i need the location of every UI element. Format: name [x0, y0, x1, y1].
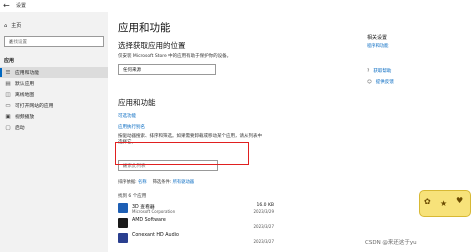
search-description-line1: 按驱动器搜索、排序和筛选。如果需要卸载或移动某个应用，请从列表中: [118, 134, 262, 139]
search-icon: ⌕: [9, 38, 13, 45]
sidebar-item-startup[interactable]: ▢ 启动: [0, 122, 108, 133]
help-icon: ?: [367, 68, 370, 74]
sidebar-item-web-apps[interactable]: ▭ 可打开网站的应用: [0, 100, 108, 111]
app-name: Conexant HD Audio: [132, 233, 179, 238]
app-alias-link[interactable]: 应用执行别名: [118, 124, 145, 130]
audio-icon: [118, 233, 128, 243]
watermark: CSDN @来还这于yu: [365, 240, 417, 246]
sticker-heart-icon: ♥: [456, 196, 464, 205]
map-icon: ◫: [5, 91, 11, 98]
app-date: 2023/3/27: [253, 239, 274, 244]
app-publisher: Microsoft Corporation: [132, 209, 176, 214]
install-source-description: 仅安装 Microsoft Store 中的应用有助于保护你的设备。: [118, 54, 232, 59]
app-list: 3D 查看器 Microsoft Corporation 16.0 KB 202…: [118, 201, 274, 246]
settings-search-input[interactable]: 查找设置 ⌕: [4, 36, 104, 47]
sidebar-item-offline-maps[interactable]: ◫ 离线地图: [0, 89, 108, 100]
section-title-apps-features: 应用和功能: [118, 98, 156, 107]
sidebar-nav: ☰ 应用和功能 ▤ 默认应用 ◫ 离线地图 ▭ 可打开网站的应用 ▣ 视频播放 …: [0, 67, 108, 133]
sort-control[interactable]: 排序依据: 名称: [118, 179, 147, 185]
sidebar-item-label: 启动: [15, 126, 25, 131]
sidebar-home[interactable]: ⌂ 主页: [4, 22, 22, 30]
sort-value: 名称: [138, 180, 147, 185]
filter-value: 所有驱动器: [172, 180, 195, 185]
sidebar: ⌂ 主页 查找设置 ⌕ 应用 ☰ 应用和功能 ▤ 默认应用 ◫ 离线地图 ▭ 可…: [0, 12, 108, 252]
app-count: 找到 6 个应用: [118, 194, 147, 199]
app-date: 2023/3/29: [253, 209, 274, 214]
install-source-dropdown[interactable]: 任何来源 ⌄: [118, 64, 216, 75]
related-settings-title: 相关设置: [367, 35, 388, 41]
get-help-link[interactable]: ? 获取帮助: [367, 68, 392, 75]
chevron-down-icon: ⌄: [123, 66, 128, 72]
programs-features-link[interactable]: 程序和功能: [367, 43, 388, 49]
amd-icon: [118, 218, 128, 228]
decorative-sticker-image: ✿ ★ ♥: [419, 190, 471, 217]
sidebar-item-default-apps[interactable]: ▤ 默认应用: [0, 78, 108, 89]
sidebar-item-label: 视频播放: [15, 115, 35, 120]
sidebar-item-label: 可打开网站的应用: [15, 104, 54, 109]
sidebar-item-video[interactable]: ▣ 视频播放: [0, 111, 108, 122]
sort-filter-bar: 排序依据: 名称 筛选条件: 所有驱动器: [118, 179, 194, 185]
sidebar-item-label: 默认应用: [15, 82, 35, 87]
section-title-install-source: 选择获取应用的位置: [118, 41, 186, 50]
sticker-bee-icon: ✿: [424, 197, 431, 206]
app-size: 16.0 KB: [256, 203, 275, 208]
home-icon: ⌂: [4, 22, 8, 29]
get-help-label: 获取帮助: [373, 69, 392, 74]
title-bar: ← 设置: [0, 0, 474, 12]
feedback-icon: ☺: [367, 79, 372, 85]
optional-features-link[interactable]: 可选功能: [118, 113, 136, 119]
sidebar-item-label: 应用和功能: [15, 71, 39, 76]
feedback-link[interactable]: ☺ 提供反馈: [367, 79, 394, 86]
filter-label: 筛选条件:: [152, 180, 172, 185]
home-label: 主页: [11, 23, 22, 29]
annotation-highlight-box: [115, 142, 249, 165]
list-item[interactable]: 3D 查看器 Microsoft Corporation 16.0 KB 202…: [118, 201, 274, 216]
video-icon: ▣: [5, 113, 11, 120]
sidebar-item-label: 离线地图: [15, 93, 35, 98]
3d-viewer-icon: [118, 203, 128, 213]
sticker-star-icon: ★: [440, 199, 448, 208]
web-apps-icon: ▭: [5, 102, 11, 109]
app-date: 2023/3/27: [253, 224, 274, 229]
app-name: AMD Software: [132, 218, 166, 223]
default-apps-icon: ▤: [5, 80, 11, 87]
filter-control[interactable]: 筛选条件: 所有驱动器: [153, 179, 195, 185]
list-item[interactable]: Conexant HD Audio 2023/3/27: [118, 231, 274, 246]
main-content: 应用和功能 选择获取应用的位置 仅安装 Microsoft Store 中的应用…: [118, 12, 358, 252]
apps-icon: ☰: [5, 69, 11, 76]
list-item[interactable]: AMD Software 2023/3/27: [118, 216, 274, 231]
page-title: 应用和功能: [118, 22, 171, 34]
sidebar-item-apps-features[interactable]: ☰ 应用和功能: [0, 67, 108, 78]
sort-label: 排序依据:: [118, 180, 137, 185]
sidebar-section-label: 应用: [4, 58, 15, 64]
startup-icon: ▢: [5, 124, 11, 131]
window-title: 设置: [16, 3, 27, 9]
feedback-label: 提供反馈: [375, 80, 394, 85]
back-arrow-icon[interactable]: ←: [3, 1, 10, 11]
